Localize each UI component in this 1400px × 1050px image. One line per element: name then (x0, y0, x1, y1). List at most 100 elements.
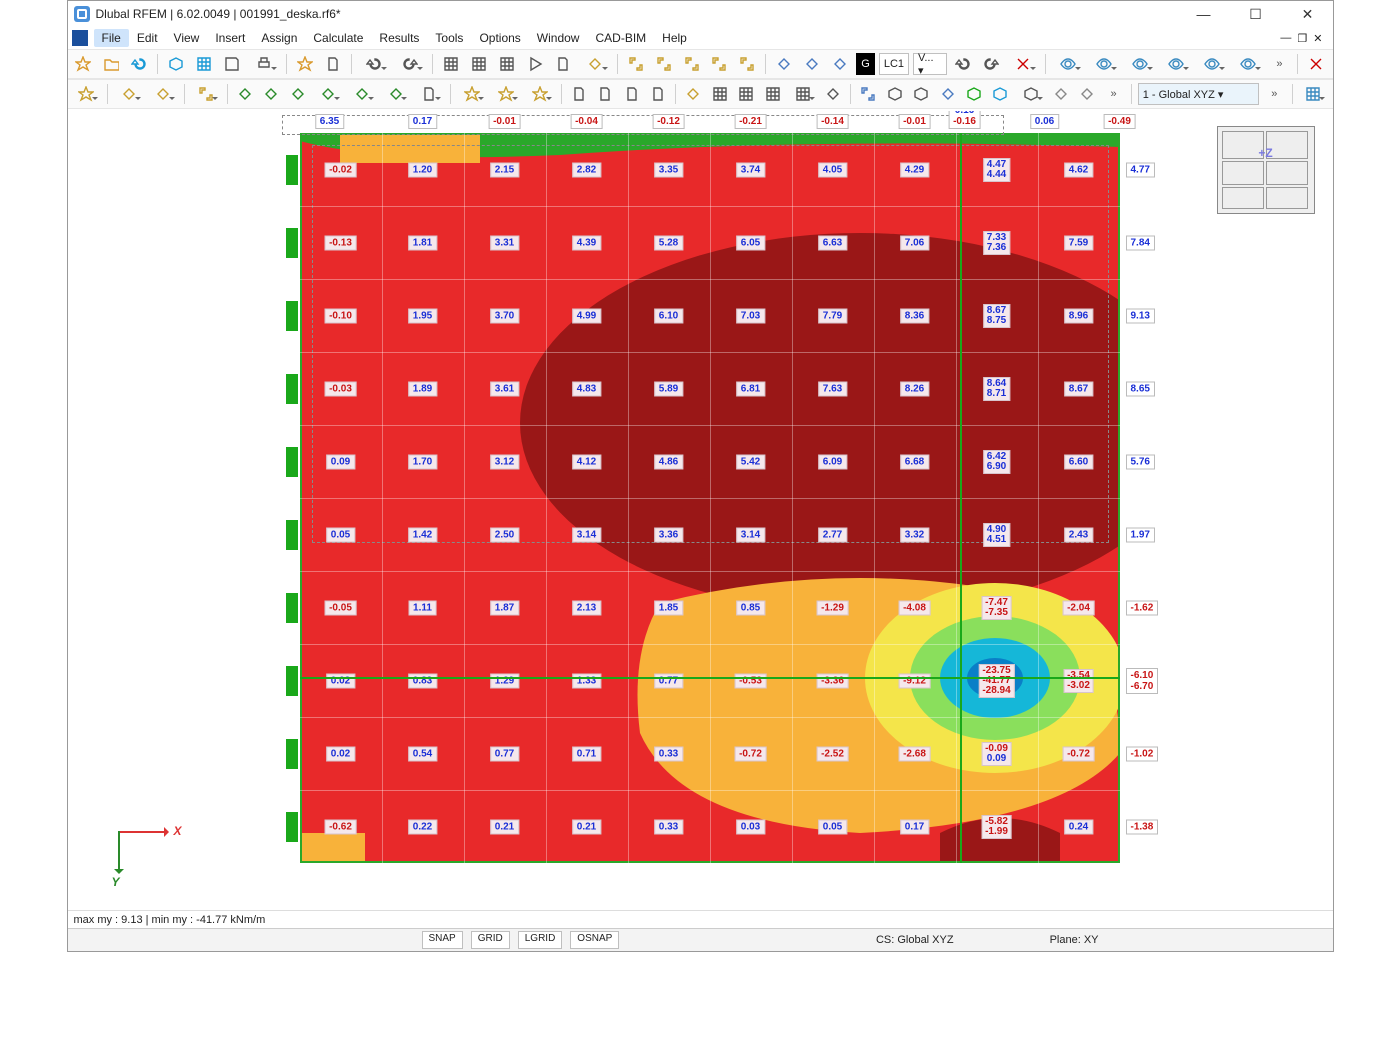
abort-button[interactable] (1304, 52, 1328, 76)
menu-window[interactable]: Window (529, 29, 588, 47)
res-e[interactable] (788, 82, 818, 106)
load-c[interactable] (525, 82, 555, 106)
show-mesh-button[interactable] (1196, 52, 1228, 76)
res-a[interactable] (682, 82, 704, 106)
table3-button[interactable] (495, 52, 519, 76)
table1-button[interactable] (439, 52, 463, 76)
mdi-restore-icon[interactable]: ❐ (1297, 32, 1307, 45)
doc-button[interactable] (321, 52, 345, 76)
menu-insert[interactable]: Insert (207, 29, 253, 47)
load-a[interactable] (457, 82, 487, 106)
model-button[interactable] (164, 52, 188, 76)
surface-tool[interactable] (191, 82, 221, 106)
result-value-label: -0.02 (324, 162, 357, 177)
menu-help[interactable]: Help (654, 29, 695, 47)
show-supports-button[interactable] (1160, 52, 1192, 76)
grid-toggle[interactable]: GRID (471, 931, 510, 949)
print-button[interactable] (248, 52, 280, 76)
grid-line (300, 498, 1120, 499)
diagram-tool[interactable] (936, 82, 958, 106)
view-cube[interactable]: +Z (1217, 126, 1315, 214)
tool-a-button[interactable] (772, 52, 796, 76)
workplane-button[interactable] (1298, 82, 1328, 106)
support-d[interactable] (313, 82, 343, 106)
sel-all-button[interactable] (680, 52, 704, 76)
filter-tool[interactable] (857, 82, 879, 106)
hide-button[interactable] (1088, 52, 1120, 76)
axis-tool[interactable] (1050, 82, 1072, 106)
load-b[interactable] (491, 82, 521, 106)
res-c[interactable] (735, 82, 757, 106)
check-tool[interactable] (1076, 82, 1098, 106)
res-f[interactable] (822, 82, 844, 106)
sel-lasso-button[interactable] (652, 52, 676, 76)
support-b[interactable] (260, 82, 282, 106)
minimize-button[interactable]: — (1185, 1, 1223, 27)
tool-b-button[interactable] (800, 52, 824, 76)
cs-overflow[interactable]: » (1263, 82, 1285, 106)
lgrid-toggle[interactable]: LGRID (518, 931, 563, 949)
menu-cad-bim[interactable]: CAD-BIM (587, 29, 654, 47)
line-tool[interactable] (114, 82, 144, 106)
node-tool[interactable] (72, 82, 102, 106)
new-button[interactable] (72, 52, 96, 76)
menu-results[interactable]: Results (371, 29, 427, 47)
loadcase-dropdown[interactable]: V... ▾ (913, 53, 947, 75)
iso-solid-tool[interactable] (989, 82, 1011, 106)
prev-lc-button[interactable] (951, 52, 975, 76)
support-e[interactable] (347, 82, 377, 106)
copy-tool[interactable] (568, 82, 590, 106)
model-viewport[interactable]: -0.021.202.152.823.353.744.054.294.474.4… (70, 111, 1331, 909)
menu-edit[interactable]: Edit (129, 29, 166, 47)
support-f[interactable] (381, 82, 411, 106)
support-a[interactable] (234, 82, 256, 106)
move-tool[interactable] (594, 82, 616, 106)
tool-c-button[interactable] (828, 52, 852, 76)
support-c[interactable] (286, 82, 308, 106)
redo-button[interactable] (394, 52, 426, 76)
table2-button[interactable] (467, 52, 491, 76)
menu-options[interactable]: Options (471, 29, 528, 47)
menu-assign[interactable]: Assign (253, 29, 305, 47)
sel-rect-button[interactable] (624, 52, 648, 76)
mirror-tool[interactable] (647, 82, 669, 106)
res-b[interactable] (709, 82, 731, 106)
wizard-button[interactable] (293, 52, 317, 76)
save-button[interactable] (220, 52, 244, 76)
show-results-button[interactable] (1232, 52, 1264, 76)
show-values-button[interactable] (1052, 52, 1084, 76)
res-d[interactable] (762, 82, 784, 106)
view-b[interactable] (910, 82, 932, 106)
open-button[interactable] (99, 52, 123, 76)
delete-result-button[interactable] (1007, 52, 1039, 76)
rotate-tool[interactable] (621, 82, 643, 106)
show-loads-button[interactable] (1124, 52, 1156, 76)
mdi-minimize-icon[interactable]: — (1280, 32, 1291, 44)
coordinate-system-dropdown[interactable]: 1 - Global XYZ ▾ (1138, 83, 1259, 105)
sc-button[interactable] (551, 52, 575, 76)
mdi-close-icon[interactable]: ✕ (1313, 32, 1322, 45)
insert-button[interactable] (579, 52, 611, 76)
close-button[interactable]: ✕ (1289, 1, 1327, 27)
toolbar-overflow[interactable]: » (1268, 52, 1292, 76)
menu-view[interactable]: View (166, 29, 208, 47)
section-tool[interactable] (1016, 82, 1046, 106)
snap-toggle[interactable]: SNAP (422, 931, 463, 949)
refresh-button[interactable] (127, 52, 151, 76)
menu-file[interactable]: File (94, 29, 129, 47)
undo-button[interactable] (358, 52, 390, 76)
sel-clear-button[interactable] (735, 52, 759, 76)
script-button[interactable] (523, 52, 547, 76)
toolbar2-overflow[interactable]: » (1102, 82, 1124, 106)
member-tool[interactable] (148, 82, 178, 106)
menu-tools[interactable]: Tools (427, 29, 471, 47)
view-a[interactable] (884, 82, 906, 106)
menu-calculate[interactable]: Calculate (305, 29, 371, 47)
osnap-toggle[interactable]: OSNAP (570, 931, 619, 949)
sel-invert-button[interactable] (708, 52, 732, 76)
next-lc-button[interactable] (979, 52, 1003, 76)
maximize-button[interactable]: ☐ (1237, 1, 1275, 27)
label-tool[interactable] (414, 82, 444, 106)
iso-surface-tool[interactable] (963, 82, 985, 106)
mesh-button[interactable] (192, 52, 216, 76)
